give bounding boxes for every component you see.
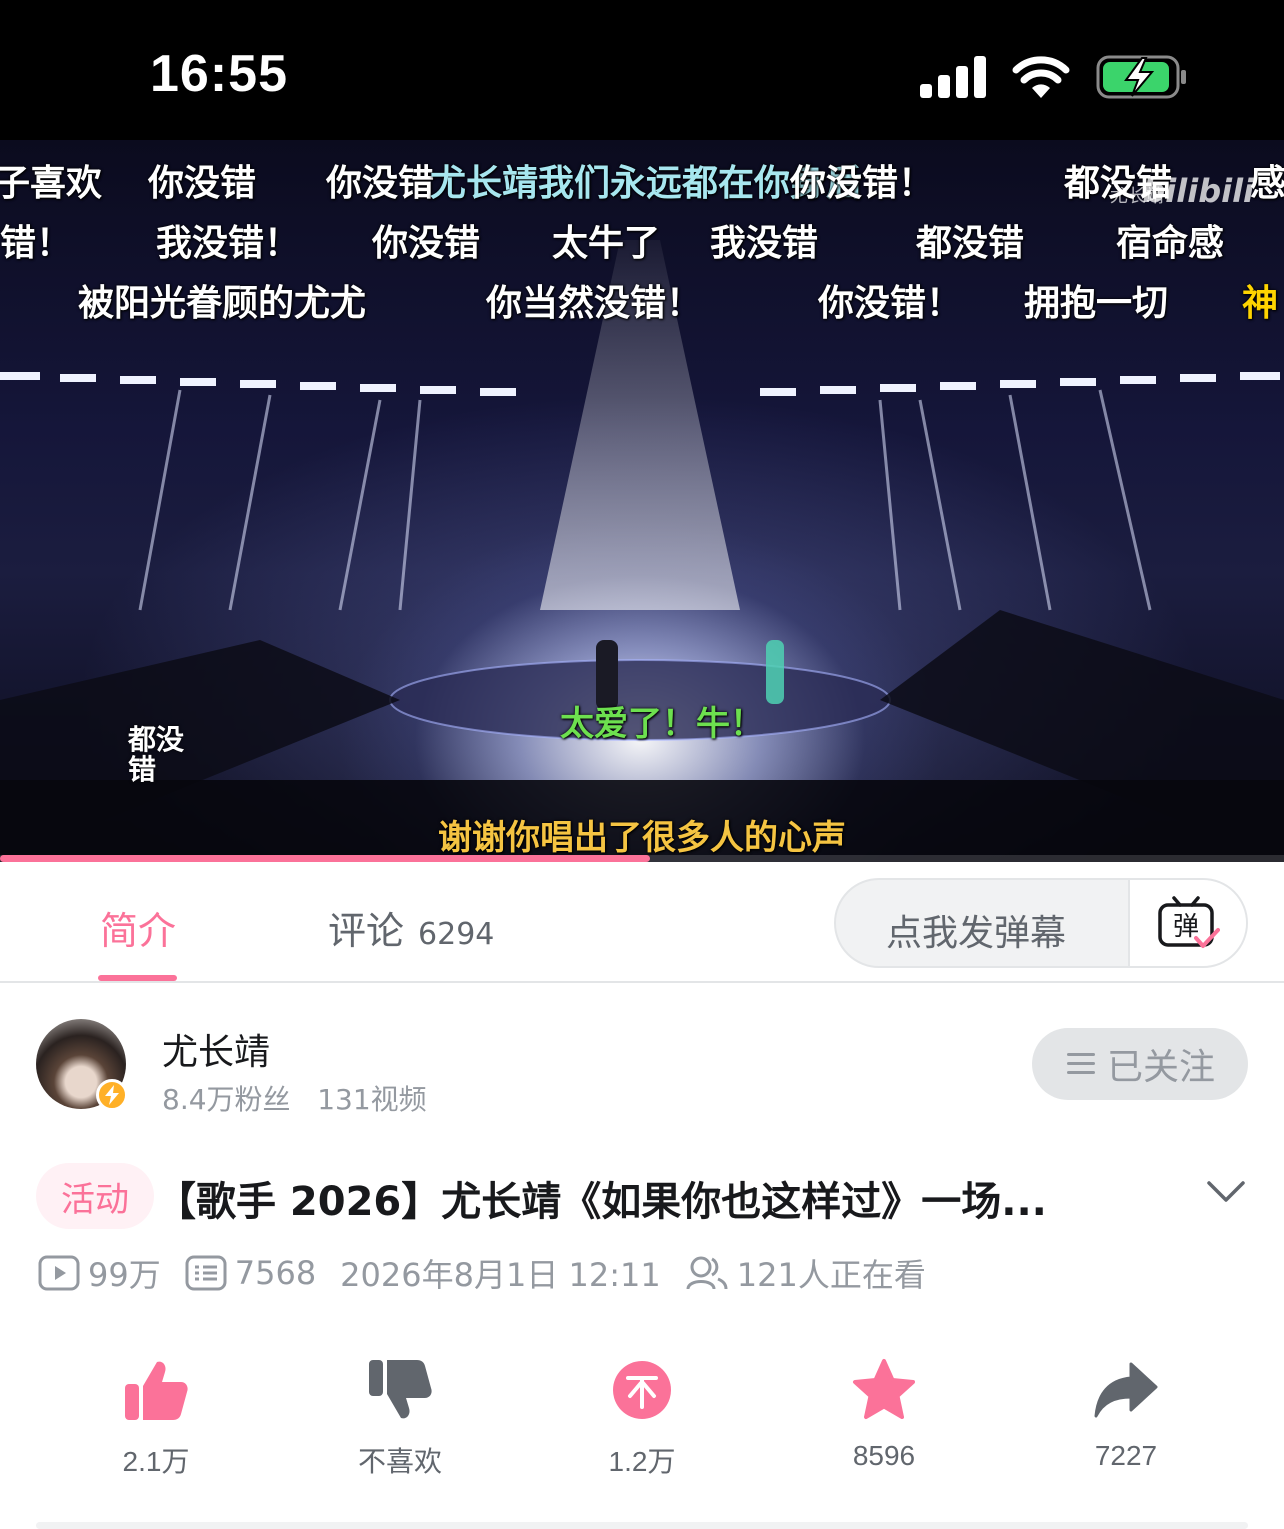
bilibili-watermark: bilibili — [1142, 172, 1254, 210]
publish-date: 2026年8月1日 12:11 — [340, 1256, 661, 1294]
verified-badge-icon — [96, 1079, 128, 1111]
danmaku-item: 你没错 — [326, 163, 435, 204]
danmaku-count-icon — [185, 1255, 227, 1291]
danmaku-item: 都没错 — [916, 223, 1025, 264]
favorite-button[interactable]: 8596 — [804, 1350, 964, 1472]
view-count-value: 99万 — [88, 1256, 161, 1294]
view-count: 99万 — [38, 1250, 161, 1296]
danmaku-item: 错！ — [0, 223, 73, 264]
signal-icon — [920, 56, 986, 98]
danmaku-item: 你没错！ — [818, 283, 963, 324]
share-button[interactable]: 7227 — [1046, 1350, 1206, 1472]
danmaku-item: 感 — [1250, 163, 1284, 204]
uploader-stats: 8.4万粉丝 131视频 — [162, 1078, 427, 1118]
video-meta: 99万 7568 2026年8月1日 12:11 121人正在看 — [38, 1248, 942, 1298]
danmaku-count-value: 7568 — [234, 1254, 317, 1292]
uploader-fans: 8.4万粉丝 — [162, 1083, 291, 1116]
video-player[interactable]: 子喜欢 你没错 你没错 尤长靖我们永远都在你身后 你没错！ 都没错 感 错！ 我… — [0, 140, 1284, 862]
danmaku-item: 神 — [1242, 283, 1279, 324]
thumbs-down-icon — [369, 1360, 432, 1419]
danmaku-input[interactable]: 点我发弹幕 弹 — [834, 878, 1248, 968]
section-divider — [36, 1522, 1248, 1529]
tab-intro-label: 简介 — [100, 909, 177, 953]
uploader-name[interactable]: 尤长靖 — [162, 1023, 270, 1075]
status-icons — [920, 52, 1188, 102]
tab-intro[interactable]: 简介 — [100, 900, 176, 955]
dislike-button[interactable]: 不喜欢 — [320, 1350, 480, 1480]
share-icon — [1094, 1362, 1158, 1418]
danmaku-input-placeholder: 点我发弹幕 — [886, 913, 1067, 954]
vertical-danmaku: 都没错 — [128, 723, 185, 786]
tab-comments-label: 评论 — [328, 909, 405, 953]
coin-count: 1.2万 — [608, 1446, 676, 1477]
like-button[interactable]: 2.1万 — [76, 1350, 236, 1480]
follow-button[interactable]: 已关注 — [1032, 1028, 1248, 1100]
status-time: 16:55 — [150, 45, 288, 103]
danmaku-item: 你没错 — [148, 163, 257, 204]
watching-now: 121人正在看 — [685, 1250, 926, 1296]
uploader-videos: 131视频 — [317, 1083, 427, 1116]
share-count: 7227 — [1094, 1440, 1158, 1471]
status-bar: 16:55 — [0, 0, 1284, 140]
watching-now-value: 121人正在看 — [736, 1256, 926, 1294]
danmaku-item: 我没错！ — [156, 223, 301, 264]
video-title: 【歌手 2026】尤长靖《如果你也这样过》一场... — [156, 1179, 1047, 1225]
star-icon — [853, 1359, 915, 1419]
menu-icon — [1066, 1053, 1095, 1074]
battery-charging-icon — [1096, 55, 1186, 99]
danmaku-item: 宿命感 — [1116, 223, 1225, 264]
danmaku-item: 你没错！ — [790, 163, 935, 204]
danmaku-item: 太牛了 — [552, 223, 661, 264]
danmaku-item: 你当然没错！ — [486, 283, 703, 324]
action-bar: 2.1万 不喜欢 1.2万 8596 7227 — [0, 1350, 1284, 1480]
tab-bar: 简介 评论 6294 点我发弹幕 弹 — [0, 862, 1284, 983]
coin-icon — [613, 1361, 671, 1419]
danmaku-toggle-icon: 弹 — [1158, 896, 1220, 948]
danmaku-item: 我没错 — [710, 223, 819, 264]
danmaku-item: 太爱了！牛！ — [560, 704, 764, 744]
active-tab-indicator — [98, 975, 177, 981]
follow-label: 已关注 — [1106, 1047, 1215, 1088]
viewers-icon — [686, 1256, 728, 1290]
progress-fill — [0, 855, 650, 862]
danmaku-item: 子喜欢 — [0, 163, 103, 204]
uploader-section: 尤长靖 8.4万粉丝 131视频 已关注 — [0, 983, 1284, 1133]
activity-tag[interactable]: 活动 — [36, 1163, 154, 1229]
play-count-icon — [38, 1255, 80, 1291]
danmaku-item: 你没错 — [372, 223, 481, 264]
danmaku-toggle-button[interactable]: 弹 — [1128, 880, 1246, 966]
video-title-row: 活动 【歌手 2026】尤长靖《如果你也这样过》一场... — [36, 1163, 1256, 1229]
danmaku-count: 7568 — [185, 1254, 316, 1292]
danmaku-item: 被阳光眷顾的尤尤 — [78, 283, 367, 324]
thumbs-up-icon — [125, 1361, 188, 1420]
video-subtitle: 谢谢你唱出了很多人的心声 — [438, 818, 846, 858]
comments-count: 6294 — [418, 917, 495, 952]
coin-button[interactable]: 1.2万 — [562, 1350, 722, 1480]
danmaku-item: 拥抱一切 — [1024, 283, 1169, 324]
like-count: 2.1万 — [122, 1446, 190, 1477]
favorite-count: 8596 — [852, 1440, 916, 1471]
tab-comments[interactable]: 评论 6294 — [328, 900, 494, 955]
wifi-icon — [1012, 56, 1070, 98]
progress-bar[interactable] — [0, 855, 1284, 862]
dislike-label: 不喜欢 — [357, 1446, 442, 1477]
chevron-down-icon[interactable] — [1206, 1179, 1246, 1205]
